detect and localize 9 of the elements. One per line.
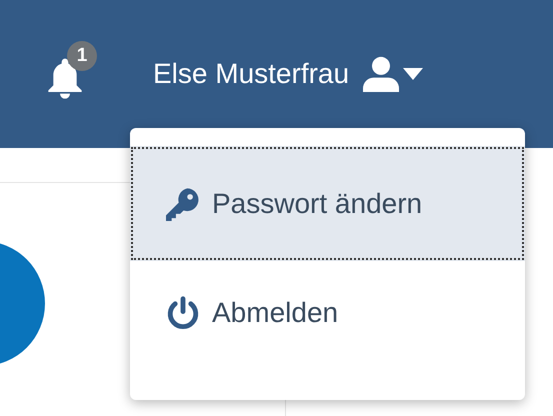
user-menu-button[interactable] [363,56,424,92]
menu-item[interactable]: Passwort ändern [130,146,525,261]
notification-badge: 1 [67,41,97,71]
power-icon [166,296,200,330]
key-icon [166,186,200,220]
menu-item[interactable]: Abmelden [130,273,525,353]
user-name[interactable]: Else Musterfrau [153,58,350,90]
caret-icon [403,68,424,80]
user-icon [363,56,400,92]
